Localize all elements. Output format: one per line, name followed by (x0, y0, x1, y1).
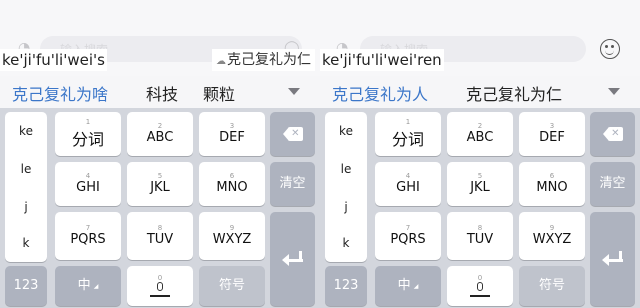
clear-key[interactable]: 清空 (270, 162, 315, 206)
key-1[interactable]: 1 分词 (55, 112, 121, 156)
key-4[interactable]: 4 GHI (375, 162, 441, 206)
cloud-suggestion-text: 克己复礼为仁 (227, 52, 311, 68)
language-switch-icon: ◢ (413, 282, 419, 290)
key-8[interactable]: 8 TUV (447, 212, 513, 260)
key-3[interactable]: 3 DEF (199, 112, 265, 156)
pinyin-composing-right: ke'ji'fu'li'wei'ren (320, 49, 444, 71)
screenshot-stage: ◔ 输入搜索 ◯ ◔ 输入搜索 ke'ji'fu'li'wei's ☁克己复礼为… (0, 0, 640, 308)
keyboard-left: ke le j k 1 分词 2 ABC 3 DEF ✕ 4 GHI 5 JKL 6 MNO… (0, 108, 320, 308)
key-8[interactable]: 8 TUV (127, 212, 193, 260)
dropdown-caret-icon[interactable] (288, 88, 300, 95)
key-4[interactable]: 4 GHI (55, 162, 121, 206)
key-2[interactable]: 2 ABC (127, 112, 193, 156)
candidate-2[interactable]: 科技 (146, 81, 178, 105)
side-option[interactable]: k (5, 236, 47, 250)
key-5[interactable]: 5 JKL (127, 162, 193, 206)
space-bar-line (150, 295, 170, 297)
key-7[interactable]: 7 PQRS (375, 212, 441, 260)
enter-key[interactable] (270, 212, 315, 306)
side-option[interactable]: ke (325, 124, 367, 138)
candidate-1[interactable]: 克己复礼为啥 (12, 81, 108, 105)
space-bar-line (470, 295, 490, 297)
dropdown-caret-icon[interactable] (608, 88, 620, 95)
enter-icon (601, 251, 624, 267)
backspace-icon: ✕ (602, 127, 623, 141)
side-option[interactable]: le (325, 162, 367, 176)
side-option[interactable]: j (325, 200, 367, 214)
enter-key[interactable] (590, 212, 635, 306)
side-option[interactable]: k (325, 236, 367, 250)
pinyin-side-column[interactable]: ke le j k (325, 112, 367, 262)
keyboard-right: ke le j k 1 分词 2 ABC 3 DEF ✕ 4 GHI 5 JKL 6 MNO… (320, 108, 640, 308)
key-2[interactable]: 2 ABC (447, 112, 513, 156)
clear-key[interactable]: 清空 (590, 162, 635, 206)
key-6[interactable]: 6 MNO (199, 162, 265, 206)
smiley-icon[interactable] (600, 39, 620, 59)
candidate-1[interactable]: 克己复礼为人 (332, 81, 428, 105)
enter-icon (281, 251, 304, 267)
backspace-icon: ✕ (282, 127, 303, 141)
space-key[interactable]: 0 (447, 266, 513, 306)
candidate-bar-right: 克己复礼为人 克己复礼为仁 (320, 76, 640, 108)
side-option[interactable]: le (5, 162, 47, 176)
space-key[interactable]: 0 (127, 266, 193, 306)
candidate-2[interactable]: 克己复礼为仁 (466, 81, 562, 105)
cloud-icon: ☁ (216, 56, 226, 67)
cloud-suggestion[interactable]: ☁克己复礼为仁 (212, 49, 315, 71)
side-option[interactable]: j (5, 200, 47, 214)
language-switch-icon: ◢ (93, 282, 99, 290)
symbol-key[interactable]: 符号 (199, 266, 265, 306)
symbol-key[interactable]: 符号 (519, 266, 585, 306)
pinyin-side-column[interactable]: ke le j k (5, 112, 47, 262)
key-9[interactable]: 9 WXYZ (519, 212, 585, 260)
key-6[interactable]: 6 MNO (519, 162, 585, 206)
key-9[interactable]: 9 WXYZ (199, 212, 265, 260)
candidate-bar-left: 克己复礼为啥 科技 颗粒 (0, 76, 320, 108)
number-mode-key[interactable]: 123 (325, 266, 367, 306)
number-mode-key[interactable]: 123 (5, 266, 47, 306)
key-3[interactable]: 3 DEF (519, 112, 585, 156)
side-option[interactable]: ke (5, 124, 47, 138)
key-1[interactable]: 1 分词 (375, 112, 441, 156)
key-7[interactable]: 7 PQRS (55, 212, 121, 260)
backspace-key[interactable]: ✕ (590, 112, 635, 156)
language-key[interactable]: 中 ◢ (375, 266, 441, 306)
pinyin-composing-left: ke'ji'fu'li'wei's (0, 49, 107, 71)
backspace-key[interactable]: ✕ (270, 112, 315, 156)
language-key[interactable]: 中 ◢ (55, 266, 121, 306)
key-5[interactable]: 5 JKL (447, 162, 513, 206)
candidate-3[interactable]: 颗粒 (203, 81, 235, 105)
